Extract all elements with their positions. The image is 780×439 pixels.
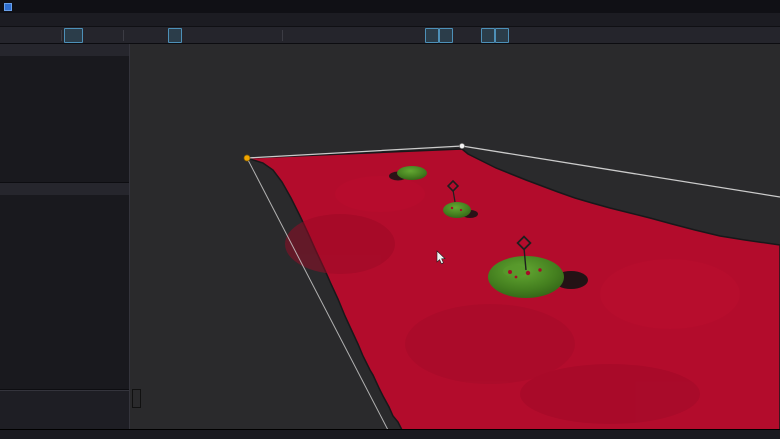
waypoint-query-button[interactable] [355, 28, 369, 43]
runline-vertex-mid[interactable] [459, 143, 464, 148]
add-cloud-point-button[interactable] [565, 28, 579, 43]
detect-boulders-button[interactable] [481, 28, 495, 43]
toolbar-separator [282, 30, 283, 41]
export-xyz-button[interactable] [537, 28, 551, 43]
view-3d-button[interactable] [64, 28, 83, 43]
toolbar-separator [123, 30, 124, 41]
save-file-button[interactable] [31, 28, 45, 43]
scene-3d[interactable] [130, 44, 780, 429]
project-tree-panel [0, 44, 129, 183]
legend-colorbar [132, 389, 141, 408]
color-mode-button[interactable] [411, 28, 425, 43]
waypoint-pin-button[interactable] [341, 28, 355, 43]
crop-box-button[interactable] [593, 28, 607, 43]
ruler-button[interactable] [266, 28, 280, 43]
zoom-extents-button[interactable] [140, 28, 154, 43]
tag-objects-button[interactable] [453, 28, 467, 43]
open-file-button[interactable] [17, 28, 31, 43]
color-legend [132, 389, 144, 408]
detect-boulders-alt-button[interactable] [495, 28, 509, 43]
toolbar [0, 27, 780, 44]
shading-mode-button[interactable] [168, 28, 182, 43]
rect-select-button[interactable] [383, 28, 397, 43]
profile-single-button[interactable] [285, 28, 299, 43]
properties-grid [0, 195, 129, 389]
runline-vertex-start[interactable] [244, 155, 250, 161]
contours-button[interactable] [196, 28, 210, 43]
smooth-surface-button[interactable] [621, 28, 635, 43]
toolbar-separator [61, 30, 62, 41]
orbit-view-button[interactable] [154, 28, 168, 43]
new-file-button[interactable] [3, 28, 17, 43]
mesh-surface-button[interactable] [210, 28, 224, 43]
main-area [0, 44, 780, 429]
arc-measure-button[interactable] [369, 28, 383, 43]
properties-panel [0, 183, 129, 390]
app-window [0, 0, 780, 439]
title-bar [0, 0, 780, 13]
profile-stack-button[interactable] [313, 28, 327, 43]
scatter-points-button[interactable] [467, 28, 481, 43]
properties-header [0, 183, 129, 195]
cloud-box-button[interactable] [663, 28, 677, 43]
view-split-button[interactable] [102, 28, 121, 43]
view-2d-button[interactable] [83, 28, 102, 43]
remove-cloud-point-button[interactable] [579, 28, 593, 43]
menu-bar [0, 13, 780, 27]
app-icon [4, 3, 12, 11]
project-tree-body [0, 56, 129, 182]
wireframe-model-button[interactable] [224, 28, 238, 43]
add-point-button[interactable] [509, 28, 523, 43]
profile-multi-button[interactable] [299, 28, 313, 43]
point-cloud-button[interactable] [551, 28, 565, 43]
sidebar [0, 44, 130, 429]
property-description-box [0, 390, 129, 429]
status-bar [0, 429, 780, 439]
select-cursor-button[interactable] [635, 28, 649, 43]
record-video-button[interactable] [252, 28, 266, 43]
viewport-3d[interactable] [130, 44, 780, 429]
remove-point-button[interactable] [523, 28, 537, 43]
layers-button[interactable] [439, 28, 453, 43]
north-up-button[interactable] [126, 28, 140, 43]
cloud-orbit-button[interactable] [649, 28, 663, 43]
connect-database-button[interactable] [45, 28, 59, 43]
grid-button[interactable] [182, 28, 196, 43]
fill-seabed-button[interactable] [425, 28, 439, 43]
light-settings-button[interactable] [397, 28, 411, 43]
track-points-button[interactable] [327, 28, 341, 43]
snapshot-camera-button[interactable] [238, 28, 252, 43]
cluster-points-button[interactable] [607, 28, 621, 43]
project-tree-header [0, 44, 129, 56]
